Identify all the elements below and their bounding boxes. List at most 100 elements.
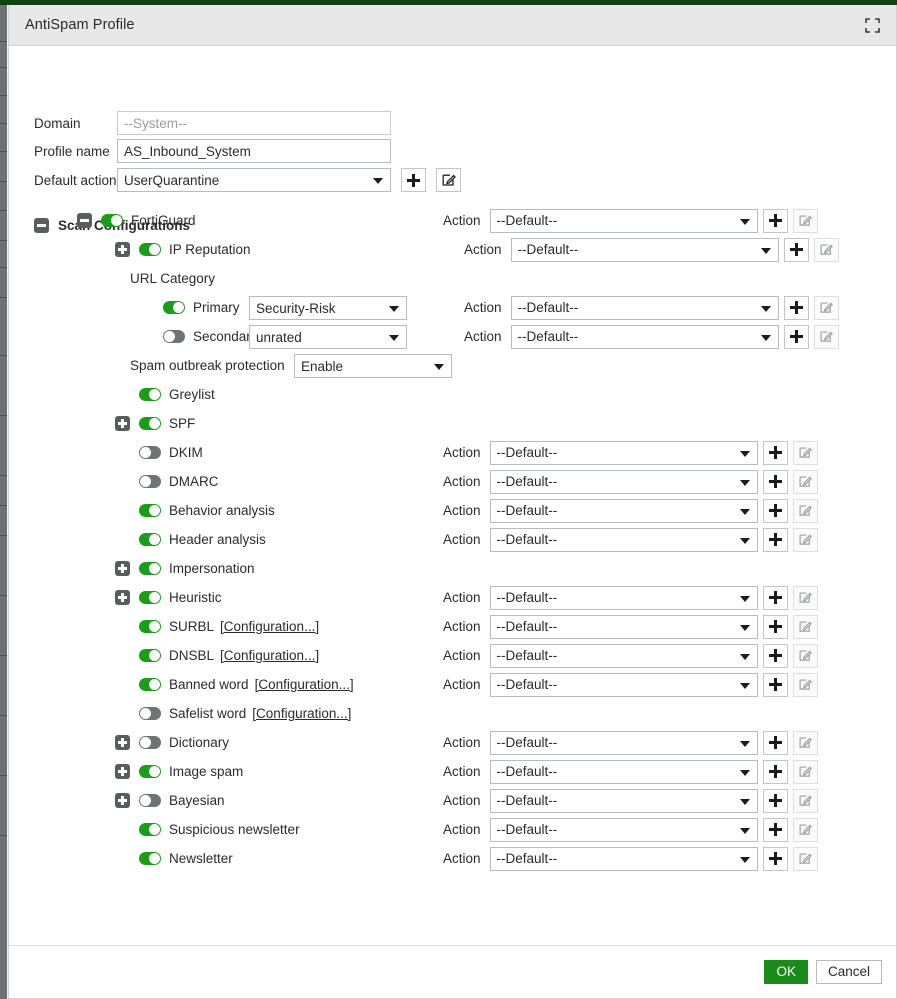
action-add-button-image-spam[interactable] bbox=[762, 759, 788, 784]
action-select-fortiguard[interactable]: --Default-- bbox=[489, 208, 758, 233]
default-action-select[interactable]: UserQuarantine bbox=[117, 168, 391, 192]
surbl-toggle[interactable] bbox=[139, 620, 161, 633]
fullscreen-icon[interactable] bbox=[862, 15, 882, 35]
action-edit-button-dmarc[interactable] bbox=[792, 469, 818, 494]
dnsbl-toggle[interactable] bbox=[139, 649, 161, 662]
action-add-button-banned-word[interactable] bbox=[762, 672, 788, 697]
default-action-edit-button[interactable] bbox=[436, 168, 461, 192]
action-select-value-heuristic: --Default-- bbox=[496, 590, 558, 605]
bayesian-toggle[interactable] bbox=[139, 794, 161, 807]
action-edit-button-suspicious-newsletter[interactable] bbox=[792, 817, 818, 842]
action-select-surbl[interactable]: --Default-- bbox=[489, 614, 758, 639]
action-select-dmarc[interactable]: --Default-- bbox=[489, 469, 758, 494]
configuration-link-dnsbl[interactable]: [Configuration...] bbox=[220, 648, 319, 663]
action-edit-button-heuristic[interactable] bbox=[792, 585, 818, 610]
action-edit-button-behavior-analysis[interactable] bbox=[792, 498, 818, 523]
action-select-heuristic[interactable]: --Default-- bbox=[489, 585, 758, 610]
action-select-newsletter[interactable]: --Default-- bbox=[489, 846, 758, 871]
action-add-button-newsletter[interactable] bbox=[762, 846, 788, 871]
greylist-toggle[interactable] bbox=[139, 388, 161, 401]
action-add-button-header-analysis[interactable] bbox=[762, 527, 788, 552]
suspicious-newsletter-toggle[interactable] bbox=[139, 823, 161, 836]
action-add-button-heuristic[interactable] bbox=[762, 585, 788, 610]
configuration-link-text[interactable]: [Configuration...] bbox=[220, 648, 319, 663]
action-select-ip-reputation[interactable]: --Default-- bbox=[510, 237, 779, 262]
image-spam-toggle[interactable] bbox=[139, 765, 161, 778]
dmarc-toggle[interactable] bbox=[139, 475, 161, 488]
action-select-header-analysis[interactable]: --Default-- bbox=[489, 527, 758, 552]
action-edit-button-primary[interactable] bbox=[813, 295, 839, 320]
spam-outbreak-protection-select[interactable]: Enable bbox=[294, 354, 452, 378]
action-add-button-dictionary[interactable] bbox=[762, 730, 788, 755]
action-add-button-dkim[interactable] bbox=[762, 440, 788, 465]
action-edit-button-fortiguard[interactable] bbox=[792, 208, 818, 233]
configuration-link-text[interactable]: [Configuration...] bbox=[220, 619, 319, 634]
action-select-primary[interactable]: --Default-- bbox=[510, 295, 779, 320]
action-add-button-behavior-analysis[interactable] bbox=[762, 498, 788, 523]
fortiguard-collapse-icon[interactable] bbox=[77, 213, 92, 228]
impersonation-toggle[interactable] bbox=[139, 562, 161, 575]
action-add-button-ip-reputation[interactable] bbox=[783, 237, 809, 262]
action-select-behavior-analysis[interactable]: --Default-- bbox=[489, 498, 758, 523]
action-add-button-bayesian[interactable] bbox=[762, 788, 788, 813]
action-select-suspicious-newsletter[interactable]: --Default-- bbox=[489, 817, 758, 842]
action-edit-button-banned-word[interactable] bbox=[792, 672, 818, 697]
action-edit-button-dkim[interactable] bbox=[792, 440, 818, 465]
configuration-link-surbl[interactable]: [Configuration...] bbox=[220, 619, 319, 634]
action-add-button-surbl[interactable] bbox=[762, 614, 788, 639]
action-add-button-primary[interactable] bbox=[783, 295, 809, 320]
action-edit-button-ip-reputation[interactable] bbox=[813, 237, 839, 262]
configuration-link-text[interactable]: [Configuration...] bbox=[255, 677, 354, 692]
action-edit-button-newsletter[interactable] bbox=[792, 846, 818, 871]
dkim-toggle[interactable] bbox=[139, 446, 161, 459]
configuration-link-text[interactable]: [Configuration...] bbox=[252, 706, 351, 721]
domain-field[interactable] bbox=[117, 111, 391, 135]
spf-toggle[interactable] bbox=[139, 417, 161, 430]
action-select-bayesian[interactable]: --Default-- bbox=[489, 788, 758, 813]
action-edit-button-surbl[interactable] bbox=[792, 614, 818, 639]
safelist-word-toggle[interactable] bbox=[139, 707, 161, 720]
secondary-select[interactable]: unrated bbox=[249, 325, 407, 349]
image-spam-expand-icon[interactable] bbox=[115, 764, 130, 779]
configuration-link-banned-word[interactable]: [Configuration...] bbox=[255, 677, 354, 692]
action-edit-button-image-spam[interactable] bbox=[792, 759, 818, 784]
action-select-dnsbl[interactable]: --Default-- bbox=[489, 643, 758, 668]
action-add-button-suspicious-newsletter[interactable] bbox=[762, 817, 788, 842]
impersonation-expand-icon[interactable] bbox=[115, 561, 130, 576]
ip-reputation-toggle[interactable] bbox=[139, 243, 161, 256]
action-edit-button-secondary[interactable] bbox=[813, 324, 839, 349]
dictionary-expand-icon[interactable] bbox=[115, 735, 130, 750]
header-analysis-toggle[interactable] bbox=[139, 533, 161, 546]
ip-reputation-expand-icon[interactable] bbox=[115, 242, 130, 257]
action-add-button-fortiguard[interactable] bbox=[762, 208, 788, 233]
dictionary-toggle[interactable] bbox=[139, 736, 161, 749]
cancel-button[interactable]: Cancel bbox=[815, 960, 882, 984]
behavior-analysis-toggle[interactable] bbox=[139, 504, 161, 517]
action-edit-button-dictionary[interactable] bbox=[792, 730, 818, 755]
secondary-toggle[interactable] bbox=[163, 330, 185, 343]
action-select-dkim[interactable]: --Default-- bbox=[489, 440, 758, 465]
bayesian-expand-icon[interactable] bbox=[115, 793, 130, 808]
action-add-button-dmarc[interactable] bbox=[762, 469, 788, 494]
heuristic-toggle[interactable] bbox=[139, 591, 161, 604]
primary-toggle[interactable] bbox=[163, 301, 185, 314]
ok-button[interactable]: OK bbox=[764, 960, 808, 984]
action-edit-button-header-analysis[interactable] bbox=[792, 527, 818, 552]
action-edit-button-bayesian[interactable] bbox=[792, 788, 818, 813]
action-select-dictionary[interactable]: --Default-- bbox=[489, 730, 758, 755]
heuristic-expand-icon[interactable] bbox=[115, 590, 130, 605]
default-action-add-button[interactable] bbox=[401, 168, 426, 192]
profile-name-field[interactable] bbox=[117, 139, 391, 163]
fortiguard-toggle[interactable] bbox=[101, 214, 123, 227]
action-select-secondary[interactable]: --Default-- bbox=[510, 324, 779, 349]
spf-expand-icon[interactable] bbox=[115, 416, 130, 431]
configuration-link-safelist-word[interactable]: [Configuration...] bbox=[252, 706, 351, 721]
action-select-banned-word[interactable]: --Default-- bbox=[489, 672, 758, 697]
action-select-image-spam[interactable]: --Default-- bbox=[489, 759, 758, 784]
primary-select[interactable]: Security-Risk bbox=[249, 296, 407, 320]
action-add-button-secondary[interactable] bbox=[783, 324, 809, 349]
action-edit-button-dnsbl[interactable] bbox=[792, 643, 818, 668]
action-add-button-dnsbl[interactable] bbox=[762, 643, 788, 668]
newsletter-toggle[interactable] bbox=[139, 852, 161, 865]
banned-word-toggle[interactable] bbox=[139, 678, 161, 691]
